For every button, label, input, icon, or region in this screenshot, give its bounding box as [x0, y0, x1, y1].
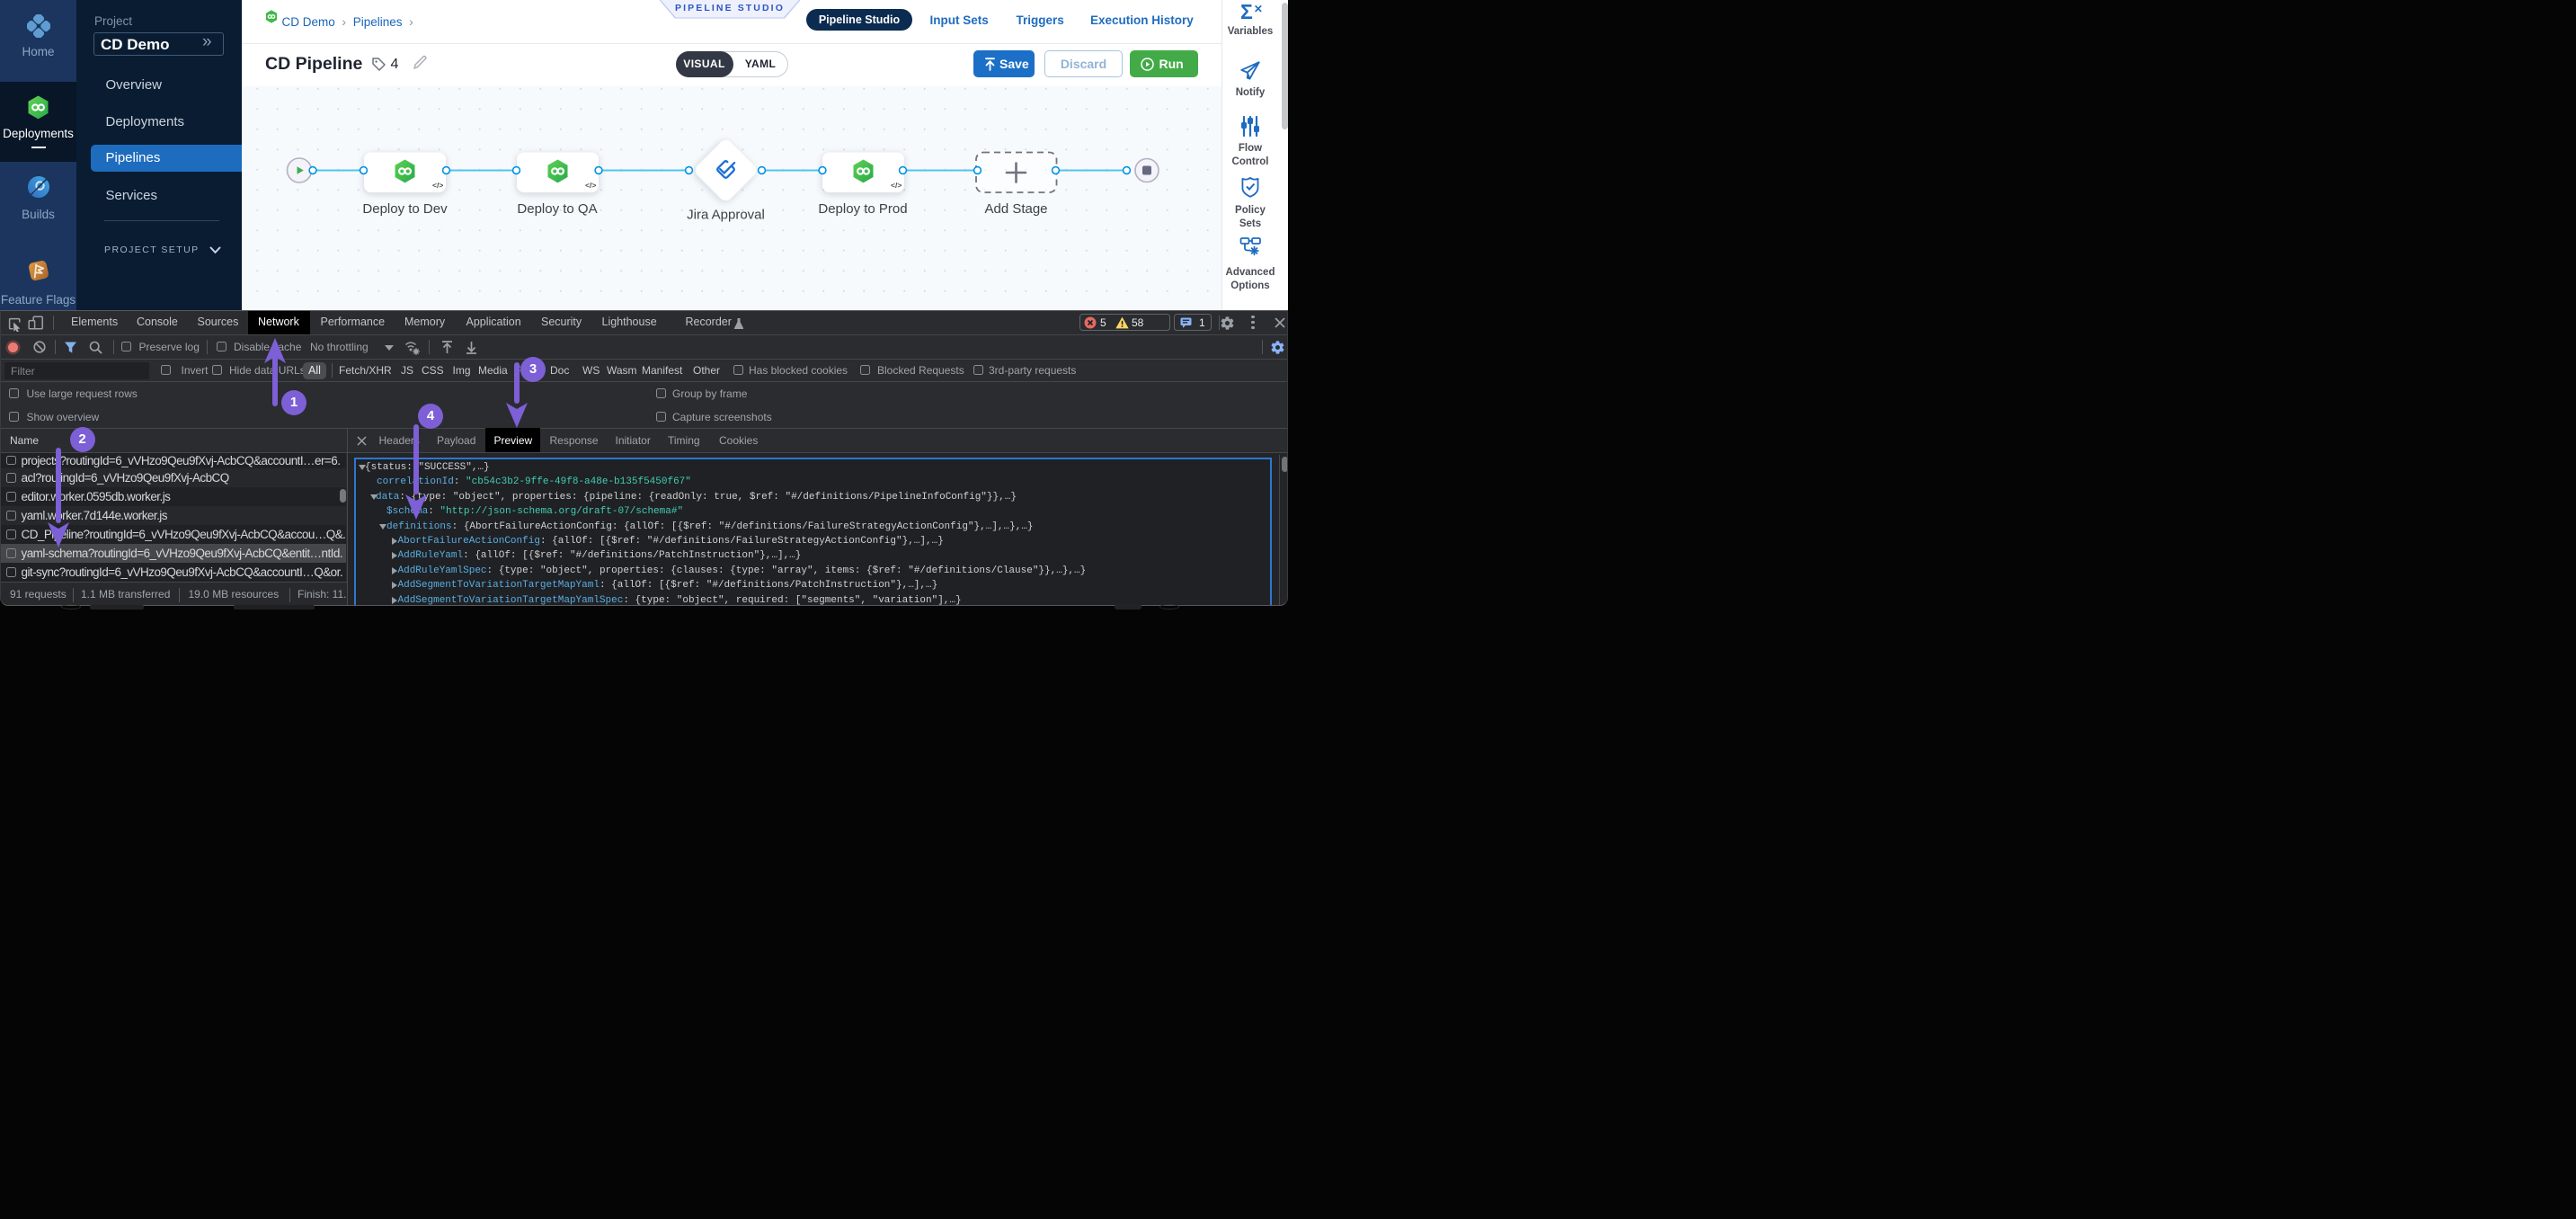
- svg-text:Deploy to QA: Deploy to QA: [517, 201, 597, 217]
- svg-text:Deploy to Prod: Deploy to Prod: [818, 201, 907, 217]
- svg-text:</>: </>: [432, 181, 443, 190]
- svg-text:Jira Approval: Jira Approval: [687, 207, 765, 222]
- svg-text:</>: </>: [585, 181, 596, 190]
- svg-text:</>: </>: [891, 181, 902, 190]
- svg-text:Deploy to Dev: Deploy to Dev: [362, 201, 448, 217]
- svg-text:Add Stage: Add Stage: [984, 201, 1047, 217]
